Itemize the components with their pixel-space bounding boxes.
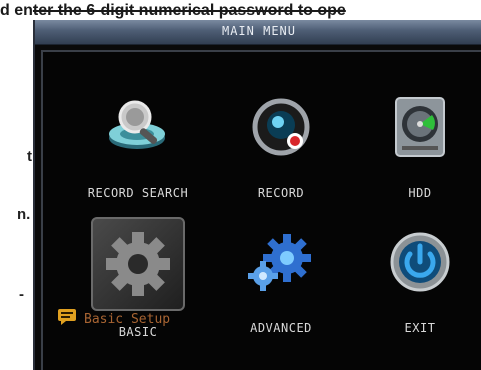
record-search-icon: [93, 82, 183, 172]
menu-item-label: RECORD: [257, 186, 305, 200]
background-doc-line: d enter the 6-digit numerical password t…: [0, 2, 346, 20]
background-doc-fragment-n: n.: [17, 206, 31, 223]
message-icon: [57, 308, 77, 331]
status-bar: Basic Setup: [57, 308, 170, 331]
menu-content-area: RECORD SEARCH RECORD HDD BASIC ADVANCED …: [41, 50, 481, 370]
background-doc-prefix: d en: [0, 2, 33, 19]
menu-item-label: EXIT: [404, 321, 436, 335]
menu-item-label: HDD: [408, 186, 432, 200]
menu-item-label: RECORD SEARCH: [87, 186, 189, 200]
exit-power-icon: [375, 217, 465, 307]
title-bar: MAIN MENU: [35, 20, 481, 45]
background-doc-struck-text: ter the 6-digit numerical password to op…: [32, 2, 346, 19]
menu-item-record[interactable]: RECORD: [206, 82, 356, 200]
menu-item-hdd[interactable]: HDD: [345, 82, 481, 200]
status-text: Basic Setup: [84, 312, 171, 327]
background-doc-fragment-t: t: [27, 148, 32, 165]
advanced-gears-icon: [236, 217, 326, 307]
menu-item-advanced[interactable]: ADVANCED: [206, 217, 356, 335]
menu-item-record-search[interactable]: RECORD SEARCH: [63, 82, 213, 200]
window-title: MAIN MENU: [221, 24, 297, 38]
background-doc-fragment-dash: -: [19, 286, 24, 303]
menu-item-label: ADVANCED: [250, 321, 312, 335]
basic-gear-icon: [91, 217, 185, 311]
hdd-icon: [375, 82, 465, 172]
record-icon: [236, 82, 326, 172]
dvr-main-menu-window: MAIN MENU RECORD SEARCH RECORD HDD BASIC…: [33, 20, 481, 370]
menu-item-exit[interactable]: EXIT: [345, 217, 481, 335]
